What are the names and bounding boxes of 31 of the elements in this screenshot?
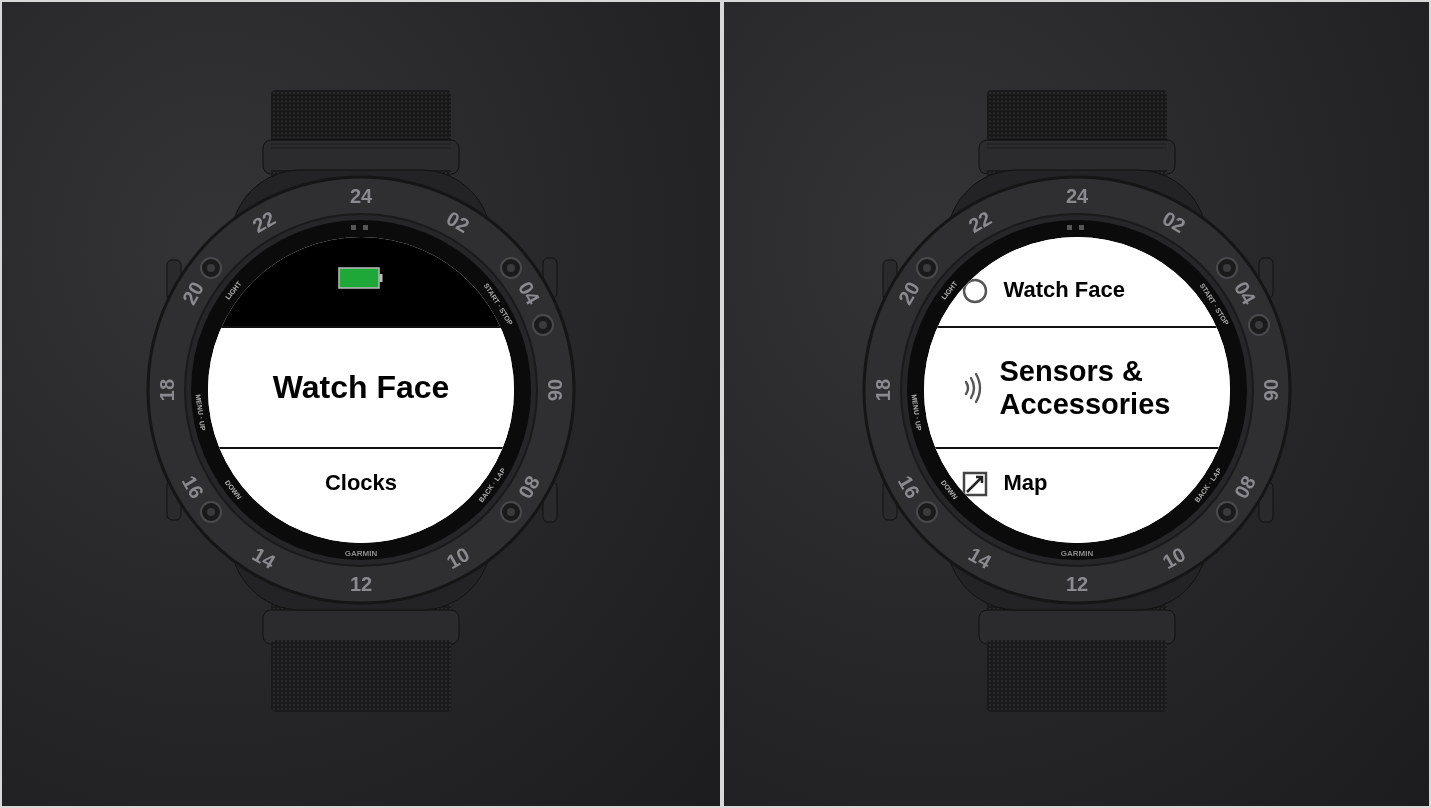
bezel-number: 16 <box>893 471 924 503</box>
bezel-number: 24 <box>349 185 373 207</box>
bezel-number: 10 <box>442 542 474 574</box>
bezel-number: 16 <box>177 471 209 503</box>
bezel-number: 12 <box>1065 573 1088 595</box>
bezel-number: 18 <box>156 378 178 402</box>
bezel-number: 14 <box>248 542 280 574</box>
bezel-number: 12 <box>349 573 373 595</box>
menu-item[interactable]: Watch Face <box>208 328 514 449</box>
watch-face-icon <box>961 277 988 304</box>
bezel-number: 22 <box>248 206 280 238</box>
bezel-number: 10 <box>1158 542 1189 574</box>
brand-label: GARMIN <box>1060 548 1093 558</box>
menu-item[interactable]: Sensors & Accessories <box>923 328 1230 449</box>
bezel-number: 08 <box>1229 471 1260 503</box>
bezel-number: 22 <box>964 206 995 238</box>
bezel-number: 06 <box>544 378 566 402</box>
bezel-number: 08 <box>513 471 545 503</box>
brand-label: GARMIN <box>344 548 378 558</box>
bezel-number: 24 <box>1065 185 1088 207</box>
bezel-number: 02 <box>442 206 474 238</box>
bezel-number: 04 <box>513 277 545 309</box>
battery-icon <box>338 266 384 289</box>
bezel-number: 06 <box>1259 378 1282 402</box>
bezel-number: 04 <box>1229 277 1260 309</box>
map-icon <box>961 471 988 497</box>
bezel-number: 18 <box>871 378 894 402</box>
bezel-number: 14 <box>964 542 995 574</box>
bezel-number: 02 <box>1158 206 1189 238</box>
bezel-number: 20 <box>893 277 924 309</box>
bezel-number: 20 <box>177 277 209 309</box>
